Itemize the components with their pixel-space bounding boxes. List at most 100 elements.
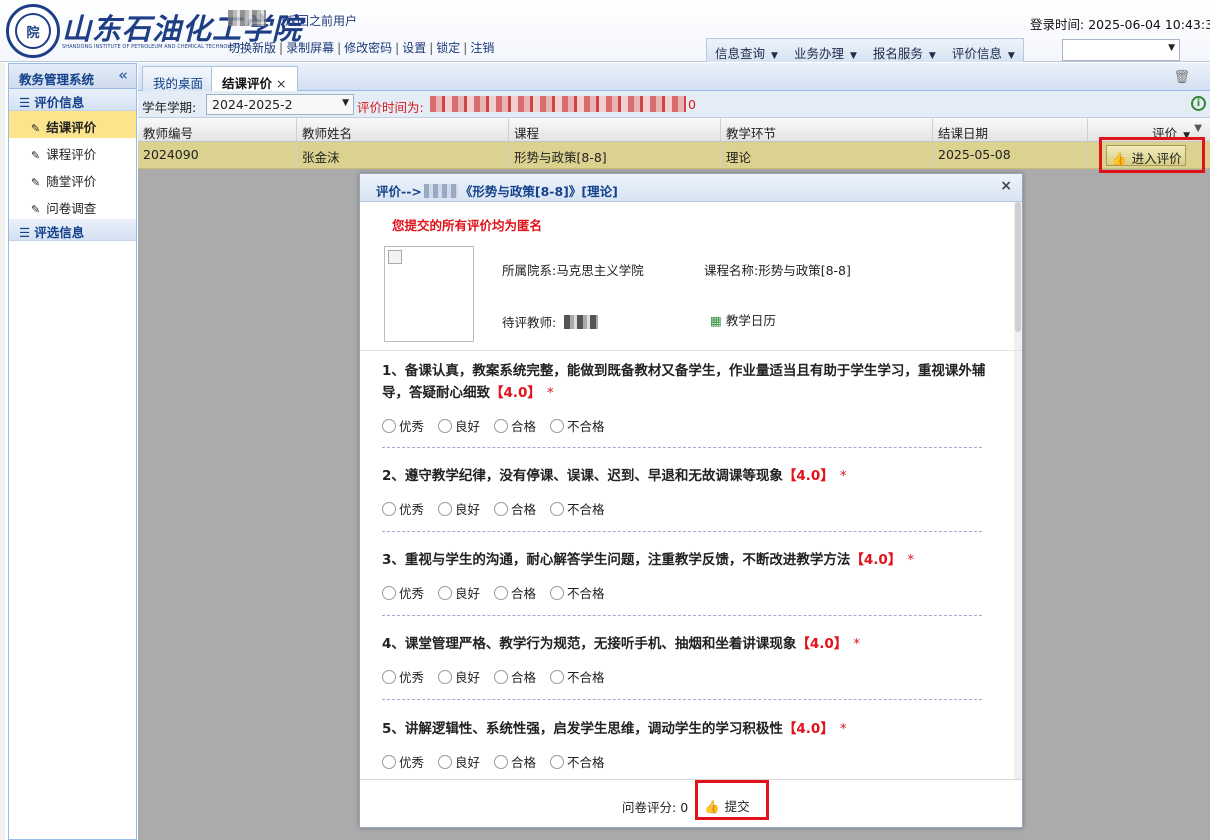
close-icon[interactable]: × bbox=[276, 76, 286, 91]
option-good[interactable]: 良好 bbox=[438, 499, 480, 518]
scrollbar[interactable] bbox=[1014, 202, 1022, 780]
lock-link[interactable]: 锁定 bbox=[436, 41, 460, 55]
filter-bar: 学年学期: 2024-2025-2 ▼ 评价时间为: 0 i bbox=[138, 91, 1210, 118]
column-header[interactable]: 教学环节 bbox=[721, 118, 933, 141]
sidebar: 教务管理系统 « ☰ 评价信息 ✎ 结课评价 ✎ 课程评价 ✎ 随堂评价 ✎ 问卷调查 ☰… bbox=[8, 63, 137, 840]
option-pass[interactable]: 合格 bbox=[494, 416, 536, 435]
option-pass[interactable]: 合格 bbox=[494, 499, 536, 518]
radio-button[interactable] bbox=[438, 754, 453, 769]
option-fail[interactable]: 不合格 bbox=[550, 583, 605, 602]
option-excellent[interactable]: 优秀 bbox=[382, 583, 424, 602]
radio-button[interactable] bbox=[382, 754, 396, 769]
column-header[interactable]: 课程 bbox=[509, 118, 721, 141]
term-select[interactable]: 2024-2025-2 ▼ bbox=[206, 94, 354, 115]
radio-button[interactable] bbox=[550, 754, 565, 769]
radio-button[interactable] bbox=[438, 585, 453, 600]
menu-business[interactable]: 业务办理 ▼ bbox=[786, 39, 865, 62]
login-time: 登录时间: 2025-06-04 10:43:30 bbox=[1030, 14, 1210, 33]
sidebar-group-evaluation[interactable]: ☰ 评价信息 bbox=[9, 89, 136, 111]
header-links: 切换新版 | 录制屏幕 | 修改密码 | 设置 | 锁定 | 注销 bbox=[228, 41, 495, 55]
radio-button[interactable] bbox=[494, 418, 509, 433]
divider bbox=[382, 699, 982, 700]
option-fail[interactable]: 不合格 bbox=[550, 752, 605, 771]
option-good[interactable]: 良好 bbox=[438, 583, 480, 602]
trash-icon[interactable]: 🗑 bbox=[1173, 70, 1190, 85]
menu-evaluation[interactable]: 评价信息 ▼ bbox=[944, 39, 1023, 62]
radio-button[interactable] bbox=[550, 669, 565, 684]
school-english-name: SHANDONG INSTITUTE OF PETROLEUM AND CHEM… bbox=[62, 44, 242, 50]
column-header[interactable]: 结课日期 bbox=[933, 118, 1088, 141]
info-icon[interactable]: i bbox=[1191, 96, 1206, 111]
option-fail[interactable]: 不合格 bbox=[550, 499, 605, 518]
menu-info-query[interactable]: 信息查询 ▼ bbox=[707, 39, 786, 62]
radio-button[interactable] bbox=[438, 418, 453, 433]
option-good[interactable]: 良好 bbox=[438, 416, 480, 435]
radio-button[interactable] bbox=[438, 501, 453, 516]
collapse-icon[interactable]: « bbox=[118, 66, 128, 84]
question-3: 3、重视与学生的沟通，耐心解答学生问题，注重教学反馈，不断改进教学方法【4.0】… bbox=[382, 549, 992, 616]
radio-button[interactable] bbox=[494, 754, 509, 769]
radio-button[interactable] bbox=[494, 669, 509, 684]
record-screen-link[interactable]: 录制屏幕 bbox=[286, 41, 334, 55]
radio-button[interactable] bbox=[382, 501, 396, 516]
evaluation-time-label: 评价时间为: bbox=[357, 100, 424, 115]
tab-course-end-evaluation[interactable]: 结课评价 × bbox=[211, 66, 298, 91]
sidebar-title: 教务管理系统 « bbox=[9, 64, 136, 89]
sidebar-item-course-evaluation[interactable]: ✎ 课程评价 bbox=[9, 138, 136, 165]
settings-link[interactable]: 设置 bbox=[402, 41, 426, 55]
filter-icon[interactable]: ▼ bbox=[1194, 123, 1202, 134]
option-fail[interactable]: 不合格 bbox=[550, 667, 605, 686]
radio-button[interactable] bbox=[550, 501, 565, 516]
chevron-down-icon: ▼ bbox=[928, 51, 936, 61]
back-to-previous-user-link[interactable]: |返回之前用户 bbox=[281, 12, 357, 29]
option-pass[interactable]: 合格 bbox=[494, 667, 536, 686]
radio-button[interactable] bbox=[550, 585, 565, 600]
sidebar-group-selection[interactable]: ☰ 评选信息 bbox=[9, 219, 136, 241]
menu-registration[interactable]: 报名服务 ▼ bbox=[865, 39, 944, 62]
dialog-footer: 问卷评分: 0 👍 提交 bbox=[360, 779, 1022, 827]
teaching-calendar-link[interactable]: ▦ 教学日历 bbox=[710, 310, 776, 329]
header-select[interactable]: ▼ bbox=[1062, 39, 1180, 61]
radio-button[interactable] bbox=[494, 585, 509, 600]
list-icon: ☰ bbox=[19, 95, 31, 110]
chevron-down-icon: ▼ bbox=[849, 51, 857, 61]
sidebar-item-survey[interactable]: ✎ 问卷调查 bbox=[9, 192, 136, 219]
tab-my-desktop[interactable]: 我的桌面 bbox=[142, 66, 215, 91]
option-excellent[interactable]: 优秀 bbox=[382, 499, 424, 518]
dialog-body[interactable]: 您提交的所有评价均为匿名 所属院系:马克思主义学院 课程名称:形势与政策[8-8… bbox=[360, 202, 1022, 780]
option-good[interactable]: 良好 bbox=[438, 752, 480, 771]
question-2: 2、遵守教学纪律，没有停课、误课、迟到、早退和无故调课等现象【4.0】 * 优秀 … bbox=[382, 465, 992, 532]
option-fail[interactable]: 不合格 bbox=[550, 416, 605, 435]
column-header[interactable]: 教师姓名 bbox=[297, 118, 509, 141]
option-excellent[interactable]: 优秀 bbox=[382, 667, 424, 686]
option-excellent[interactable]: 优秀 bbox=[382, 416, 424, 435]
cell-teaching-part: 理论 bbox=[721, 142, 933, 168]
broken-image-icon bbox=[388, 250, 402, 264]
option-good[interactable]: 良好 bbox=[438, 667, 480, 686]
pencil-icon: ✎ bbox=[31, 203, 41, 216]
close-icon[interactable]: × bbox=[1000, 178, 1012, 194]
switch-new-version-link[interactable]: 切换新版 bbox=[228, 41, 276, 55]
radio-button[interactable] bbox=[438, 669, 453, 684]
radio-button[interactable] bbox=[382, 669, 396, 684]
table-row[interactable]: 2024090 张金沫 形势与政策[8-8] 理论 2025-05-08 👍 进入… bbox=[138, 142, 1210, 169]
radio-button[interactable] bbox=[550, 418, 565, 433]
radio-button[interactable] bbox=[382, 418, 396, 433]
option-pass[interactable]: 合格 bbox=[494, 583, 536, 602]
highlight-box-enter bbox=[1099, 137, 1205, 173]
option-excellent[interactable]: 优秀 bbox=[382, 752, 424, 771]
question-5: 5、讲解逻辑性、系统性强，启发学生思维，调动学生的学习积极性【4.0】 * 优秀 … bbox=[382, 721, 847, 771]
school-logo: 院 bbox=[6, 4, 60, 58]
radio-button[interactable] bbox=[494, 501, 509, 516]
calendar-icon: ▦ bbox=[710, 313, 722, 328]
sidebar-item-course-end-evaluation[interactable]: ✎ 结课评价 bbox=[9, 111, 136, 138]
option-pass[interactable]: 合格 bbox=[494, 752, 536, 771]
user-name-redacted bbox=[228, 10, 266, 26]
sidebar-item-class-evaluation[interactable]: ✎ 随堂评价 bbox=[9, 165, 136, 192]
logout-link[interactable]: 注销 bbox=[470, 41, 494, 55]
column-header[interactable]: 教师编号 bbox=[138, 118, 297, 141]
radio-button[interactable] bbox=[382, 585, 396, 600]
change-password-link[interactable]: 修改密码 bbox=[344, 41, 392, 55]
left-edge bbox=[0, 63, 5, 840]
evaluation-time-redacted bbox=[430, 96, 686, 112]
